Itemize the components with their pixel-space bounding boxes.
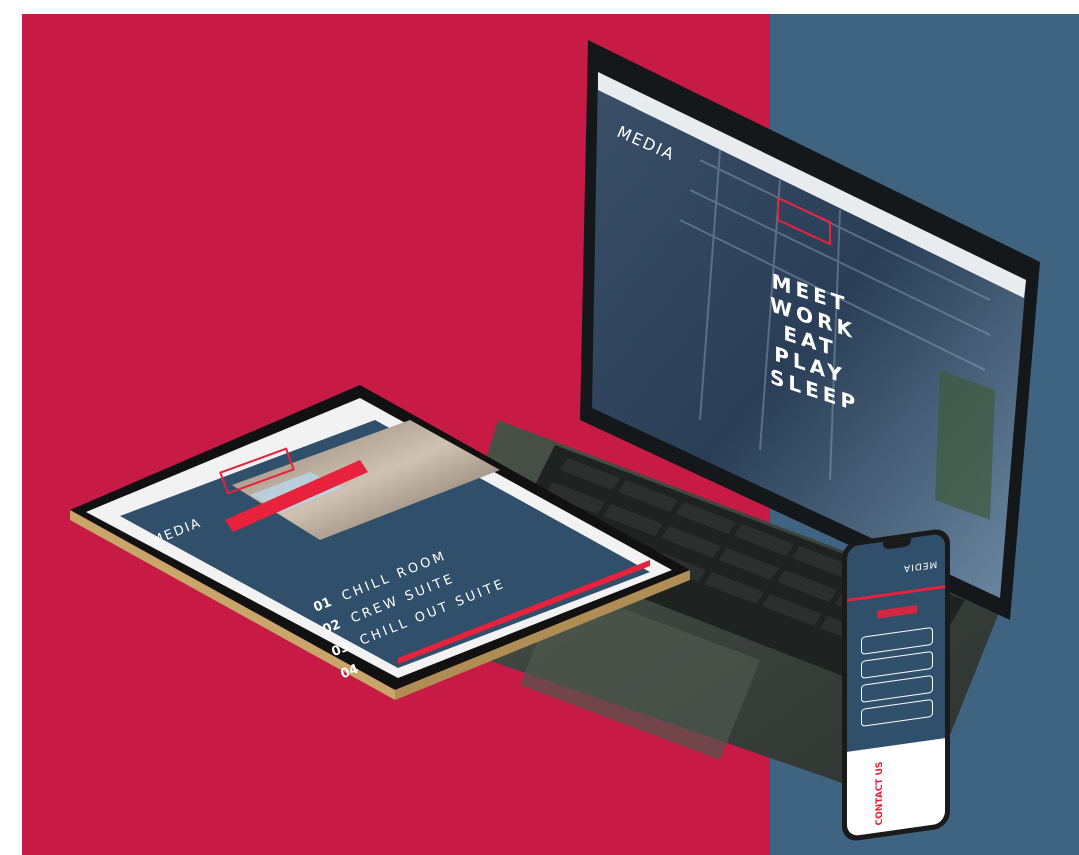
phone-red-label	[877, 605, 917, 619]
phone-notch	[883, 537, 911, 550]
phone-contact-label[interactable]: CONTACT US	[875, 761, 885, 826]
phone-menu-button-4[interactable]	[861, 698, 933, 727]
phone-body: MEDIA CONTACT US	[842, 527, 950, 843]
phone-menu-button-2[interactable]	[861, 650, 933, 679]
phone-brand-logo: MEDIA	[903, 558, 938, 574]
laptop-screen-tree	[935, 370, 995, 520]
phone-menu-button-3[interactable]	[861, 674, 933, 703]
phone-screen: MEDIA CONTACT US	[847, 533, 945, 837]
device-mockup-scene: MEDIA MEET WORK EAT PLAY SLEEP MEDIA 01 …	[0, 0, 1079, 855]
phone-menu-button-1[interactable]	[861, 626, 933, 655]
phone-footer: CONTACT US	[847, 738, 945, 837]
phone-red-divider	[847, 585, 945, 602]
laptop-headline: MEET WORK EAT PLAY SLEEP	[770, 268, 859, 417]
room-name	[363, 659, 369, 673]
